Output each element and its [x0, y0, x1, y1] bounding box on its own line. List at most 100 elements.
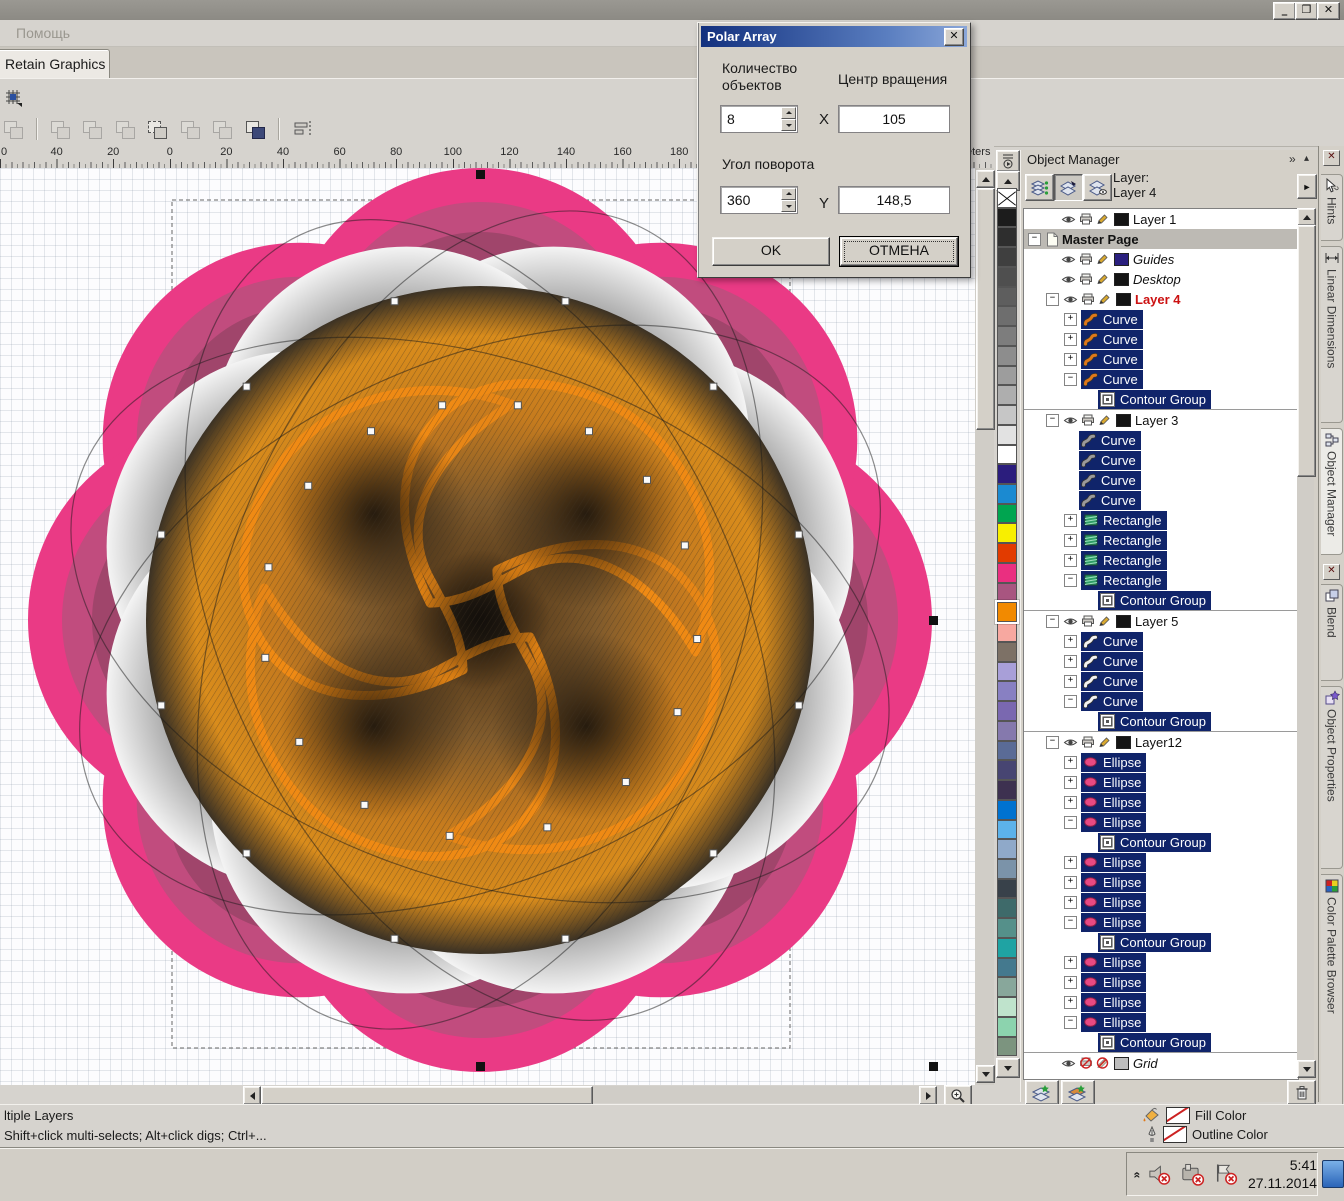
- weld-icon[interactable]: [180, 119, 202, 139]
- expand-icon[interactable]: +: [1064, 976, 1077, 989]
- palette-swatch[interactable]: [997, 701, 1017, 721]
- tree-row-ellipse[interactable]: + Ellipse: [1024, 772, 1298, 792]
- palette-swatch[interactable]: [997, 227, 1017, 247]
- tree-row-rectangle[interactable]: +Rectangle: [1024, 550, 1298, 570]
- tree-row-ellipse[interactable]: +Ellipse: [1024, 752, 1298, 772]
- edit-pencil-icon[interactable]: [1097, 615, 1112, 628]
- expand-icon[interactable]: +: [1064, 776, 1077, 789]
- palette-swatch[interactable]: [997, 504, 1017, 524]
- selected-object[interactable]: Curve: [1081, 370, 1143, 389]
- visibility-eye-icon[interactable]: [1061, 213, 1076, 226]
- edit-pencil-icon[interactable]: [1095, 253, 1110, 266]
- tree-row-master-page[interactable]: −Master Page: [1024, 229, 1298, 249]
- collapse-icon[interactable]: −: [1064, 574, 1077, 587]
- trim-icon[interactable]: [212, 119, 234, 139]
- collapse-icon[interactable]: −: [1028, 233, 1041, 246]
- layer-label[interactable]: Layer 5: [1135, 614, 1178, 629]
- palette-swatch[interactable]: [997, 366, 1017, 386]
- palette-swatch[interactable]: [997, 721, 1017, 741]
- tree-row-ellipse[interactable]: −Ellipse: [1024, 912, 1298, 932]
- collapse-icon[interactable]: −: [1064, 1016, 1077, 1029]
- layer-color-swatch[interactable]: [1116, 736, 1131, 749]
- palette-swatch[interactable]: [997, 602, 1017, 622]
- palette-swatch[interactable]: [997, 839, 1017, 859]
- selected-object[interactable]: Ellipse: [1081, 1013, 1146, 1032]
- selected-object[interactable]: Contour Group: [1098, 1033, 1211, 1052]
- selected-object[interactable]: Ellipse: [1081, 773, 1146, 792]
- palette-swatch[interactable]: [997, 1017, 1017, 1037]
- layer-label[interactable]: Layer 1: [1133, 212, 1176, 227]
- selected-object[interactable]: Curve: [1081, 672, 1143, 691]
- docker-rollup-icon[interactable]: ▴: [1304, 153, 1309, 164]
- tree-row-curve[interactable]: −Curve: [1024, 691, 1298, 711]
- selected-object[interactable]: Curve: [1079, 491, 1141, 510]
- expand-icon[interactable]: +: [1064, 534, 1077, 547]
- docker-chevrons-icon[interactable]: »: [1289, 152, 1296, 166]
- collapse-icon[interactable]: −: [1046, 736, 1059, 749]
- print-icon[interactable]: [1080, 615, 1095, 628]
- layer-label[interactable]: Layer12: [1135, 735, 1182, 750]
- palette-flyout-button[interactable]: [996, 150, 1020, 172]
- scroll-up-button[interactable]: [976, 170, 995, 188]
- selected-object[interactable]: Curve: [1081, 632, 1143, 651]
- tree-row-curve[interactable]: + Curve: [1024, 631, 1298, 651]
- tray-expand-icon[interactable]: «: [1130, 1172, 1144, 1177]
- tree-row-curve[interactable]: +Curve: [1024, 349, 1298, 369]
- restore-button[interactable]: ❐: [1295, 2, 1318, 20]
- palette-no-color-swatch[interactable]: [997, 188, 1017, 208]
- collapse-icon[interactable]: −: [1064, 373, 1077, 386]
- palette-swatch[interactable]: [997, 898, 1017, 918]
- polar-array-dialog[interactable]: Polar Array ✕ Количество объектов Центр …: [697, 22, 971, 278]
- tree-row-contour-group[interactable]: Contour Group: [1024, 932, 1298, 952]
- tree-row-curve[interactable]: Curve: [1024, 430, 1298, 450]
- volume-muted-icon[interactable]: [1147, 1162, 1172, 1186]
- selected-object[interactable]: Ellipse: [1081, 873, 1146, 892]
- selected-object[interactable]: Ellipse: [1081, 893, 1146, 912]
- angle-spinner[interactable]: [781, 188, 796, 212]
- new-layer-button[interactable]: [1025, 1080, 1059, 1105]
- selected-object[interactable]: Ellipse: [1081, 913, 1146, 932]
- palette-swatch[interactable]: [997, 760, 1017, 780]
- palette-swatch[interactable]: [997, 997, 1017, 1017]
- expand-icon[interactable]: +: [1064, 514, 1077, 527]
- visibility-eye-icon[interactable]: [1061, 1057, 1076, 1070]
- palette-swatch[interactable]: [997, 662, 1017, 682]
- visibility-eye-icon[interactable]: [1061, 253, 1076, 266]
- palette-swatch[interactable]: [997, 208, 1017, 228]
- edit-across-icon[interactable]: [147, 119, 169, 139]
- selected-object[interactable]: Ellipse: [1081, 753, 1146, 772]
- canvas-hscrollbar[interactable]: [243, 1086, 937, 1103]
- palette-swatch[interactable]: [997, 583, 1017, 603]
- palette-swatch[interactable]: [997, 543, 1017, 563]
- docker-tab-hints[interactable]: ?Hints: [1321, 174, 1343, 241]
- window-title-bar[interactable]: _ ❐ ✕: [0, 0, 1344, 20]
- strip-close-icon[interactable]: ✕: [1323, 150, 1340, 166]
- expand-icon[interactable]: +: [1064, 635, 1077, 648]
- count-input[interactable]: 8: [720, 105, 798, 133]
- palette-swatch[interactable]: [997, 247, 1017, 267]
- selected-object[interactable]: Ellipse: [1081, 993, 1146, 1012]
- tree-row-ellipse[interactable]: +Ellipse: [1024, 792, 1298, 812]
- edit-pencil-icon[interactable]: [1097, 293, 1112, 306]
- safely-remove-icon[interactable]: [1179, 1162, 1206, 1186]
- palette-swatch[interactable]: [997, 385, 1017, 405]
- palette-swatch[interactable]: [997, 484, 1017, 504]
- spin-down-icon[interactable]: [781, 200, 796, 212]
- collapse-icon[interactable]: −: [1064, 916, 1077, 929]
- edit-across-layers-button[interactable]: [1054, 174, 1083, 201]
- tree-row-ellipse[interactable]: +Ellipse: [1024, 852, 1298, 872]
- collapse-icon[interactable]: −: [1046, 414, 1059, 427]
- clock[interactable]: 5:41 27.11.2014: [1248, 1156, 1317, 1192]
- vscroll-thumb[interactable]: [976, 188, 995, 430]
- palette-swatch[interactable]: [997, 977, 1017, 997]
- tree-row-curve[interactable]: Curve: [1024, 490, 1298, 510]
- palette-swatch[interactable]: [997, 820, 1017, 840]
- palette-swatch[interactable]: [997, 780, 1017, 800]
- selected-object[interactable]: Ellipse: [1081, 973, 1146, 992]
- drawing-canvas[interactable]: [0, 168, 975, 1085]
- docker-tab-linear-dimensions[interactable]: Linear Dimensions: [1321, 246, 1343, 423]
- collapse-icon[interactable]: −: [1064, 816, 1077, 829]
- layer-color-swatch[interactable]: [1116, 414, 1131, 427]
- show-properties-button[interactable]: [1025, 174, 1054, 201]
- minimize-button[interactable]: _: [1273, 2, 1296, 20]
